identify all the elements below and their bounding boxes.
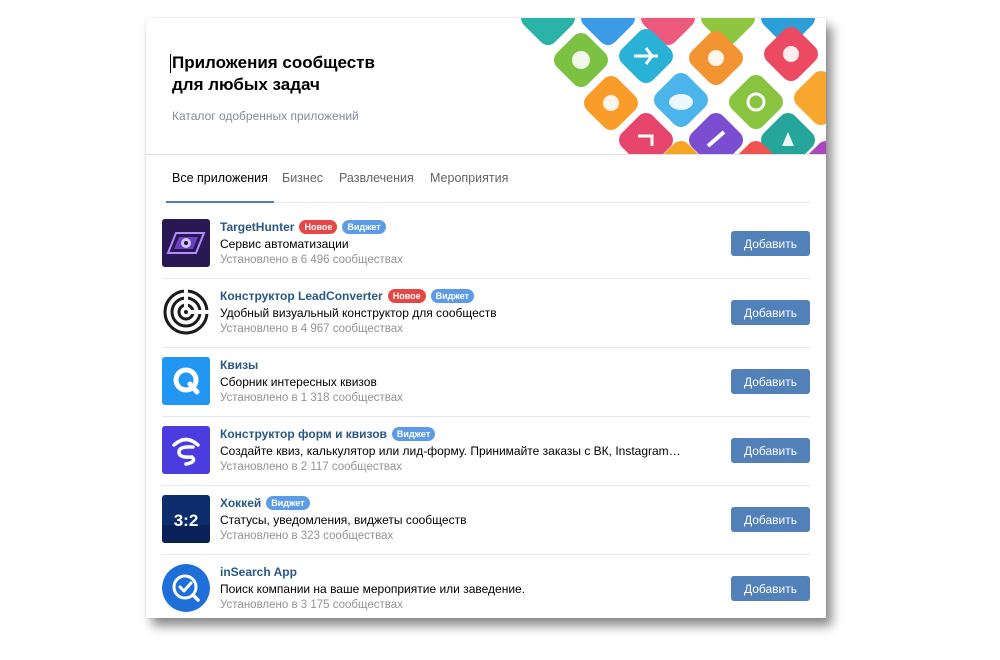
app-name-link[interactable]: Конструктор форм и квизов bbox=[220, 427, 387, 441]
score-text: 3:2 bbox=[174, 511, 199, 530]
widget-badge: Виджет bbox=[342, 220, 386, 234]
page-subtitle: Каталог одобренных приложений bbox=[172, 109, 359, 123]
tab-events[interactable]: Мероприятия bbox=[430, 155, 508, 202]
app-description: Поиск компании на ваше мероприятие или з… bbox=[220, 582, 526, 596]
banner-illustration bbox=[521, 18, 826, 154]
app-name-link[interactable]: Конструктор LeadConverter bbox=[220, 289, 383, 303]
catalog-header: Приложения сообществ для любых задач Кат… bbox=[146, 18, 826, 154]
widget-badge: Виджет bbox=[266, 496, 310, 510]
add-app-button[interactable]: Добавить bbox=[731, 300, 810, 325]
list-item: Квизы Сборник интересных квизов Установл… bbox=[162, 348, 810, 417]
app-description: Сервис автоматизации bbox=[220, 237, 349, 251]
app-install-count: Установлено в 6 496 сообществах bbox=[220, 254, 403, 266]
app-install-count: Установлено в 4 967 сообществах bbox=[220, 323, 403, 335]
forms-s-logo-icon[interactable] bbox=[162, 426, 210, 474]
app-name-link[interactable]: inSearch App bbox=[220, 565, 297, 579]
hockey-score-logo-icon[interactable]: 3:2 bbox=[162, 495, 210, 543]
list-item: 3:2 Хоккей Виджет Статусы, уведомления, … bbox=[162, 486, 810, 555]
add-app-button[interactable]: Добавить bbox=[731, 438, 810, 463]
apps-catalog-card: Приложения сообществ для любых задач Кат… bbox=[146, 18, 826, 618]
insearch-check-logo-icon[interactable] bbox=[162, 564, 210, 612]
app-description: Сборник интересных квизов bbox=[220, 375, 377, 389]
widget-badge: Виджет bbox=[430, 289, 474, 303]
app-description: Удобный визуальный конструктор для сообщ… bbox=[220, 306, 497, 320]
app-name-link[interactable]: TargetHunter bbox=[220, 220, 294, 234]
add-app-button[interactable]: Добавить bbox=[731, 507, 810, 532]
app-install-count: Установлено в 3 175 сообществах bbox=[220, 599, 403, 611]
add-app-button[interactable]: Добавить bbox=[731, 369, 810, 394]
app-install-count: Установлено в 1 318 сообществах bbox=[220, 392, 403, 404]
tab-business[interactable]: Бизнес bbox=[282, 155, 323, 202]
tab-entertainment[interactable]: Развлечения bbox=[339, 155, 414, 202]
app-install-count: Установлено в 2 117 сообществах bbox=[220, 461, 403, 473]
new-badge: Новое bbox=[387, 289, 426, 303]
app-name-link[interactable]: Хоккей bbox=[220, 496, 261, 510]
app-description: Статусы, уведомления, виджеты сообществ bbox=[220, 513, 467, 527]
new-badge: Новое bbox=[299, 220, 338, 234]
targethunter-logo-icon[interactable] bbox=[162, 219, 210, 267]
category-tabs: Все приложения Бизнес Развлечения Меропр… bbox=[162, 155, 810, 203]
list-item: inSearch App Поиск компании на ваше меро… bbox=[162, 555, 810, 618]
list-item: Конструктор LeadConverter Новое Виджет У… bbox=[162, 279, 810, 348]
apps-list: TargetHunter Новое Виджет Сервис автомат… bbox=[162, 210, 810, 618]
add-app-button[interactable]: Добавить bbox=[731, 576, 810, 601]
list-item: Конструктор форм и квизов Виджет Создайт… bbox=[162, 417, 810, 486]
list-item: TargetHunter Новое Виджет Сервис автомат… bbox=[162, 210, 810, 279]
leadconverter-target-logo-icon[interactable] bbox=[162, 288, 210, 336]
quiz-q-logo-icon[interactable] bbox=[162, 357, 210, 405]
page-title: Приложения сообществ для любых задач bbox=[170, 52, 472, 96]
app-description: Создайте квиз, калькулятор или лид-форму… bbox=[220, 444, 684, 458]
add-app-button[interactable]: Добавить bbox=[731, 231, 810, 256]
app-name-link[interactable]: Квизы bbox=[220, 358, 258, 372]
tab-all-apps[interactable]: Все приложения bbox=[166, 155, 274, 203]
widget-badge: Виджет bbox=[391, 427, 436, 441]
app-install-count: Установлено в 323 сообществах bbox=[220, 530, 394, 542]
